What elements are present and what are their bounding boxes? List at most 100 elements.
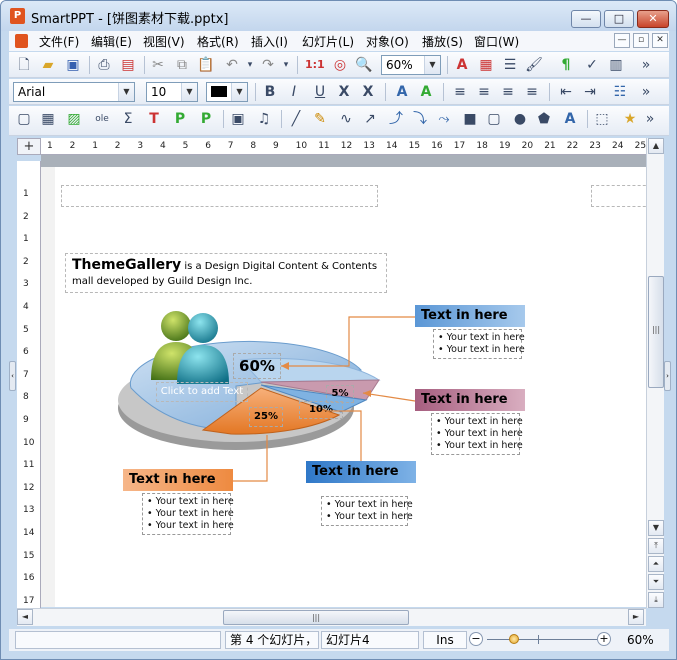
undo-icon[interactable]: ↶ — [223, 56, 241, 74]
decrease-indent-icon[interactable]: ⇤ — [557, 83, 575, 101]
callout-3-bullets[interactable]: • Your text in here • Your text in here • … — [142, 493, 234, 535]
new-document-icon[interactable]: 🗋 — [15, 56, 33, 74]
clear-format-icon[interactable]: X — [359, 83, 377, 101]
star-icon[interactable]: ★ — [621, 110, 639, 128]
previous-slide-button[interactable]: ⏶ — [648, 556, 664, 572]
undo-dropdown-icon[interactable]: ▾ — [241, 56, 259, 74]
open-folder-icon[interactable]: ▰ — [39, 56, 57, 74]
menu-object[interactable]: 对象(O) — [366, 33, 409, 50]
mdi-close-button[interactable]: ✕ — [652, 33, 668, 48]
next-slide-button[interactable]: ⏷ — [648, 574, 664, 590]
strikethrough-icon[interactable]: X — [335, 83, 353, 101]
font-size-select[interactable]: 10 ▼ — [146, 82, 198, 102]
format-painter-icon[interactable]: 🖌 — [525, 56, 543, 74]
callout-1-title[interactable]: Text in here — [415, 305, 525, 327]
toolbar2-more-button[interactable]: » — [637, 83, 655, 101]
increase-font-icon[interactable]: A — [393, 83, 411, 101]
vertical-scrollbar[interactable]: ▲ ||| ▼ ⤒ ⏶ ⏷ ⤓ — [646, 138, 664, 608]
toolbar3-more-button[interactable]: » — [641, 110, 659, 128]
align-center-icon[interactable]: ≡ — [475, 83, 493, 101]
statistics-icon[interactable]: ▥ — [607, 56, 625, 74]
menu-slide[interactable]: 幻灯片(L) — [302, 33, 354, 50]
menu-edit[interactable]: 编辑(E) — [91, 33, 132, 50]
mdi-minimize-button[interactable]: — — [614, 33, 630, 48]
horizontal-scrollbar[interactable]: ◄ ||| ► — [17, 608, 646, 626]
save-icon[interactable]: ▣ — [64, 56, 82, 74]
zoom-in-button[interactable]: + — [597, 632, 611, 646]
redo-icon[interactable]: ↷ — [259, 56, 277, 74]
increase-indent-icon[interactable]: ⇥ — [581, 83, 599, 101]
text-frame-icon[interactable]: T — [145, 110, 163, 128]
table-icon[interactable]: ▦ — [39, 110, 57, 128]
bullets-icon[interactable]: ☷ — [611, 83, 629, 101]
audio-icon[interactable]: ♫ — [255, 110, 273, 128]
left-pane-toggle[interactable]: ‹ — [9, 361, 16, 391]
copy-icon[interactable]: ⧉ — [173, 56, 191, 74]
italic-icon[interactable]: I — [285, 83, 303, 101]
placeholder-icon[interactable]: P — [171, 110, 189, 128]
align-right-icon[interactable]: ≡ — [499, 83, 517, 101]
menu-insert[interactable]: 插入(I) — [251, 33, 288, 50]
close-button[interactable]: ✕ — [637, 10, 669, 28]
scroll-down-button[interactable]: ▼ — [648, 520, 664, 536]
toolbar1-more-button[interactable]: » — [637, 56, 655, 74]
font-color-a-icon[interactable]: A — [453, 56, 471, 74]
group-icon[interactable]: ⬚ — [593, 110, 611, 128]
scroll-left-button[interactable]: ◄ — [17, 609, 33, 625]
callout-2-bullets[interactable]: • Your text in here • Your text in here • … — [431, 413, 523, 455]
zoom-slider-track[interactable] — [487, 639, 599, 640]
last-slide-button[interactable]: ⤓ — [648, 592, 664, 608]
callout-2-title[interactable]: Text in here — [415, 389, 525, 411]
bold-icon[interactable]: B — [261, 83, 279, 101]
menu-view[interactable]: 视图(V) — [143, 33, 185, 50]
rectangle-icon[interactable]: ■ — [461, 110, 479, 128]
font-color-select[interactable]: ▼ — [206, 82, 248, 102]
elbow-connector-icon[interactable]: ⤵ — [411, 110, 429, 128]
pdf-export-icon[interactable]: ▤ — [119, 56, 137, 74]
zoom-select[interactable]: 60% ▼ — [381, 55, 441, 75]
vertical-scroll-thumb[interactable]: ||| — [648, 276, 664, 388]
callout-1-bullets[interactable]: • Your text in here • Your text in here — [433, 329, 525, 359]
frame-icon[interactable]: ▢ — [15, 110, 33, 128]
list-edit-icon[interactable]: ☰ — [501, 56, 519, 74]
text-box-icon[interactable]: ▦ — [477, 56, 495, 74]
menu-window[interactable]: 窗口(W) — [474, 33, 519, 50]
magnifier-icon[interactable]: 🔍 — [355, 56, 373, 74]
callout-4-bullets[interactable]: • Your text in here • Your text in here — [321, 496, 413, 526]
menu-play[interactable]: 播放(S) — [422, 33, 463, 50]
zoom-slider-thumb[interactable] — [509, 634, 519, 644]
video-icon[interactable]: ▣ — [229, 110, 247, 128]
justify-icon[interactable]: ≡ — [523, 83, 541, 101]
redo-dropdown-icon[interactable]: ▾ — [277, 56, 295, 74]
scroll-right-button[interactable]: ► — [628, 609, 644, 625]
underline-icon[interactable]: U — [311, 83, 329, 101]
spell-check-icon[interactable]: ✓ — [583, 56, 601, 74]
callout-4-title[interactable]: Text in here — [306, 461, 416, 483]
curved-connector-icon[interactable]: ⤳ — [435, 110, 453, 128]
right-pane-toggle[interactable]: › — [664, 361, 671, 391]
pen-icon[interactable]: ✎ — [311, 110, 329, 128]
connector-icon[interactable]: ⤴ — [387, 110, 405, 128]
curve-icon[interactable]: ∿ — [337, 110, 355, 128]
align-left-icon[interactable]: ≡ — [451, 83, 469, 101]
callout-3-title[interactable]: Text in here — [123, 469, 233, 491]
arrow-line-icon[interactable]: ↗ — [361, 110, 379, 128]
actual-size-icon[interactable]: 1:1 — [305, 56, 325, 74]
ruler-corner-button[interactable]: + — [17, 138, 41, 155]
formula-icon[interactable]: Σ — [119, 110, 137, 128]
page-number-icon[interactable]: P — [197, 110, 215, 128]
minimize-button[interactable]: — — [571, 10, 601, 28]
scroll-up-button[interactable]: ▲ — [648, 138, 664, 154]
ole-object-icon[interactable]: ole — [93, 110, 111, 128]
zoom-page-icon[interactable]: ◎ — [331, 56, 349, 74]
paragraph-mark-icon[interactable]: ¶ — [557, 56, 575, 74]
first-slide-button[interactable]: ⤒ — [648, 538, 664, 554]
wordart-icon[interactable]: A — [561, 110, 579, 128]
slide-canvas[interactable]: ThemeGallery is a Design Digital Content… — [41, 155, 646, 607]
decrease-font-icon[interactable]: A — [417, 83, 435, 101]
menu-file[interactable]: 文件(F) — [39, 33, 79, 50]
font-family-select[interactable]: Arial ▼ — [13, 82, 135, 102]
paste-icon[interactable]: 📋 — [197, 56, 215, 74]
maximize-button[interactable]: □ — [604, 10, 634, 28]
horizontal-scroll-thumb[interactable]: ||| — [223, 610, 409, 625]
